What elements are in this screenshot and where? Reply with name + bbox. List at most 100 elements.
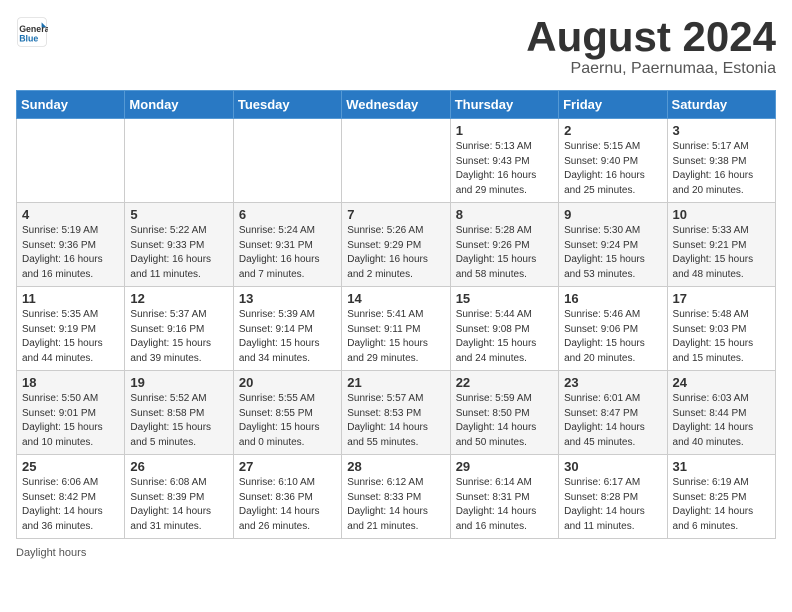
day-info: Sunrise: 6:10 AMSunset: 8:36 PMDaylight:… — [239, 476, 336, 534]
footer: Daylight hours — [16, 547, 776, 559]
day-info: Sunrise: 5:39 AMSunset: 9:14 PMDaylight:… — [239, 308, 336, 366]
day-info: Sunrise: 5:19 AMSunset: 9:36 PMDaylight:… — [22, 224, 119, 282]
day-info: Sunrise: 5:46 AMSunset: 9:06 PMDaylight:… — [564, 308, 661, 366]
day-info: Sunrise: 5:48 AMSunset: 9:03 PMDaylight:… — [673, 308, 770, 366]
day-cell: 8 Sunrise: 5:28 AMSunset: 9:26 PMDaylight… — [450, 203, 558, 287]
weekday-header-saturday: Saturday — [667, 91, 775, 119]
day-number: 15 — [456, 291, 553, 306]
day-cell: 21 Sunrise: 5:57 AMSunset: 8:53 PMDayligh… — [342, 371, 450, 455]
day-info: Sunrise: 6:06 AMSunset: 8:42 PMDaylight:… — [22, 476, 119, 534]
day-cell: 1 Sunrise: 5:13 AMSunset: 9:43 PMDaylight… — [450, 119, 558, 203]
day-number: 1 — [456, 123, 553, 138]
day-info: Sunrise: 6:08 AMSunset: 8:39 PMDaylight:… — [130, 476, 227, 534]
day-number: 14 — [347, 291, 444, 306]
day-number: 25 — [22, 459, 119, 474]
day-info: Sunrise: 5:37 AMSunset: 9:16 PMDaylight:… — [130, 308, 227, 366]
day-cell — [125, 119, 233, 203]
day-cell: 30Sunrise: 6:17 AMSunset: 8:28 PMDayligh… — [559, 455, 667, 539]
logo-icon: General Blue — [16, 16, 48, 48]
day-number: 29 — [456, 459, 553, 474]
day-info: Sunrise: 6:12 AMSunset: 8:33 PMDaylight:… — [347, 476, 444, 534]
day-number: 8 — [456, 207, 553, 222]
day-cell: 18 Sunrise: 5:50 AMSunset: 9:01 PMDayligh… — [17, 371, 125, 455]
day-number: 4 — [22, 207, 119, 222]
day-info: Sunrise: 5:13 AMSunset: 9:43 PMDaylight:… — [456, 140, 553, 198]
day-cell: 23 Sunrise: 6:01 AMSunset: 8:47 PMDayligh… — [559, 371, 667, 455]
day-number: 28 — [347, 459, 444, 474]
day-cell: 16 Sunrise: 5:46 AMSunset: 9:06 PMDayligh… — [559, 287, 667, 371]
weekday-header-thursday: Thursday — [450, 91, 558, 119]
day-number: 31 — [673, 459, 770, 474]
day-info: Sunrise: 5:52 AMSunset: 8:58 PMDaylight:… — [130, 392, 227, 450]
weekday-header-wednesday: Wednesday — [342, 91, 450, 119]
day-info: Sunrise: 5:35 AMSunset: 9:19 PMDaylight:… — [22, 308, 119, 366]
calendar-table: SundayMondayTuesdayWednesdayThursdayFrid… — [16, 90, 776, 539]
day-number: 11 — [22, 291, 119, 306]
day-cell: 27 Sunrise: 6:10 AMSunset: 8:36 PMDayligh… — [233, 455, 341, 539]
day-number: 3 — [673, 123, 770, 138]
day-info: Sunrise: 5:57 AMSunset: 8:53 PMDaylight:… — [347, 392, 444, 450]
day-info: Sunrise: 6:14 AMSunset: 8:31 PMDaylight:… — [456, 476, 553, 534]
day-cell: 10 Sunrise: 5:33 AMSunset: 9:21 PMDayligh… — [667, 203, 775, 287]
weekday-header-sunday: Sunday — [17, 91, 125, 119]
page-header: General Blue August 2024 Paernu, Paernum… — [16, 16, 776, 78]
day-number: 18 — [22, 375, 119, 390]
day-cell: 13Sunrise: 5:39 AMSunset: 9:14 PMDayligh… — [233, 287, 341, 371]
month-title: August 2024 — [526, 16, 776, 58]
day-cell: 5Sunrise: 5:22 AMSunset: 9:33 PMDaylight… — [125, 203, 233, 287]
day-cell: 17Sunrise: 5:48 AMSunset: 9:03 PMDayligh… — [667, 287, 775, 371]
day-number: 19 — [130, 375, 227, 390]
day-cell: 7 Sunrise: 5:26 AMSunset: 9:29 PMDaylight… — [342, 203, 450, 287]
day-cell: 19 Sunrise: 5:52 AMSunset: 8:58 PMDayligh… — [125, 371, 233, 455]
day-number: 10 — [673, 207, 770, 222]
day-info: Sunrise: 6:17 AMSunset: 8:28 PMDaylight:… — [564, 476, 661, 534]
day-cell: 26Sunrise: 6:08 AMSunset: 8:39 PMDayligh… — [125, 455, 233, 539]
weekday-header-tuesday: Tuesday — [233, 91, 341, 119]
day-number: 5 — [130, 207, 227, 222]
title-block: August 2024 Paernu, Paernumaa, Estonia — [526, 16, 776, 78]
day-info: Sunrise: 5:33 AMSunset: 9:21 PMDaylight:… — [673, 224, 770, 282]
day-info: Sunrise: 5:26 AMSunset: 9:29 PMDaylight:… — [347, 224, 444, 282]
day-info: Sunrise: 5:17 AMSunset: 9:38 PMDaylight:… — [673, 140, 770, 198]
day-number: 20 — [239, 375, 336, 390]
day-cell: 20Sunrise: 5:55 AMSunset: 8:55 PMDayligh… — [233, 371, 341, 455]
day-number: 6 — [239, 207, 336, 222]
day-number: 27 — [239, 459, 336, 474]
day-info: Sunrise: 6:03 AMSunset: 8:44 PMDaylight:… — [673, 392, 770, 450]
day-cell: 25 Sunrise: 6:06 AMSunset: 8:42 PMDayligh… — [17, 455, 125, 539]
day-cell: 29 Sunrise: 6:14 AMSunset: 8:31 PMDayligh… — [450, 455, 558, 539]
day-info: Sunrise: 5:30 AMSunset: 9:24 PMDaylight:… — [564, 224, 661, 282]
day-info: Sunrise: 5:44 AMSunset: 9:08 PMDaylight:… — [456, 308, 553, 366]
day-info: Sunrise: 5:50 AMSunset: 9:01 PMDaylight:… — [22, 392, 119, 450]
day-cell: 31 Sunrise: 6:19 AMSunset: 8:25 PMDayligh… — [667, 455, 775, 539]
week-row-1: 1 Sunrise: 5:13 AMSunset: 9:43 PMDaylight… — [17, 119, 776, 203]
day-cell: 2Sunrise: 5:15 AMSunset: 9:40 PMDaylight… — [559, 119, 667, 203]
day-cell — [233, 119, 341, 203]
day-cell: 3 Sunrise: 5:17 AMSunset: 9:38 PMDaylight… — [667, 119, 775, 203]
day-cell: 6Sunrise: 5:24 AMSunset: 9:31 PMDaylight… — [233, 203, 341, 287]
day-cell: 24 Sunrise: 6:03 AMSunset: 8:44 PMDayligh… — [667, 371, 775, 455]
daylight-label: Daylight hours — [16, 547, 86, 559]
day-info: Sunrise: 5:41 AMSunset: 9:11 PMDaylight:… — [347, 308, 444, 366]
day-number: 21 — [347, 375, 444, 390]
day-cell: 12Sunrise: 5:37 AMSunset: 9:16 PMDayligh… — [125, 287, 233, 371]
day-number: 7 — [347, 207, 444, 222]
day-info: Sunrise: 5:59 AMSunset: 8:50 PMDaylight:… — [456, 392, 553, 450]
day-info: Sunrise: 6:01 AMSunset: 8:47 PMDaylight:… — [564, 392, 661, 450]
day-number: 2 — [564, 123, 661, 138]
weekday-header-monday: Monday — [125, 91, 233, 119]
weekday-header-friday: Friday — [559, 91, 667, 119]
week-row-4: 18 Sunrise: 5:50 AMSunset: 9:01 PMDayligh… — [17, 371, 776, 455]
day-info: Sunrise: 6:19 AMSunset: 8:25 PMDaylight:… — [673, 476, 770, 534]
day-cell: 14 Sunrise: 5:41 AMSunset: 9:11 PMDayligh… — [342, 287, 450, 371]
day-info: Sunrise: 5:28 AMSunset: 9:26 PMDaylight:… — [456, 224, 553, 282]
day-cell: 9Sunrise: 5:30 AMSunset: 9:24 PMDaylight… — [559, 203, 667, 287]
day-number: 24 — [673, 375, 770, 390]
week-row-5: 25 Sunrise: 6:06 AMSunset: 8:42 PMDayligh… — [17, 455, 776, 539]
day-cell — [342, 119, 450, 203]
day-number: 16 — [564, 291, 661, 306]
day-cell: 22Sunrise: 5:59 AMSunset: 8:50 PMDayligh… — [450, 371, 558, 455]
logo: General Blue — [16, 16, 48, 48]
week-row-3: 11 Sunrise: 5:35 AMSunset: 9:19 PMDayligh… — [17, 287, 776, 371]
day-number: 23 — [564, 375, 661, 390]
